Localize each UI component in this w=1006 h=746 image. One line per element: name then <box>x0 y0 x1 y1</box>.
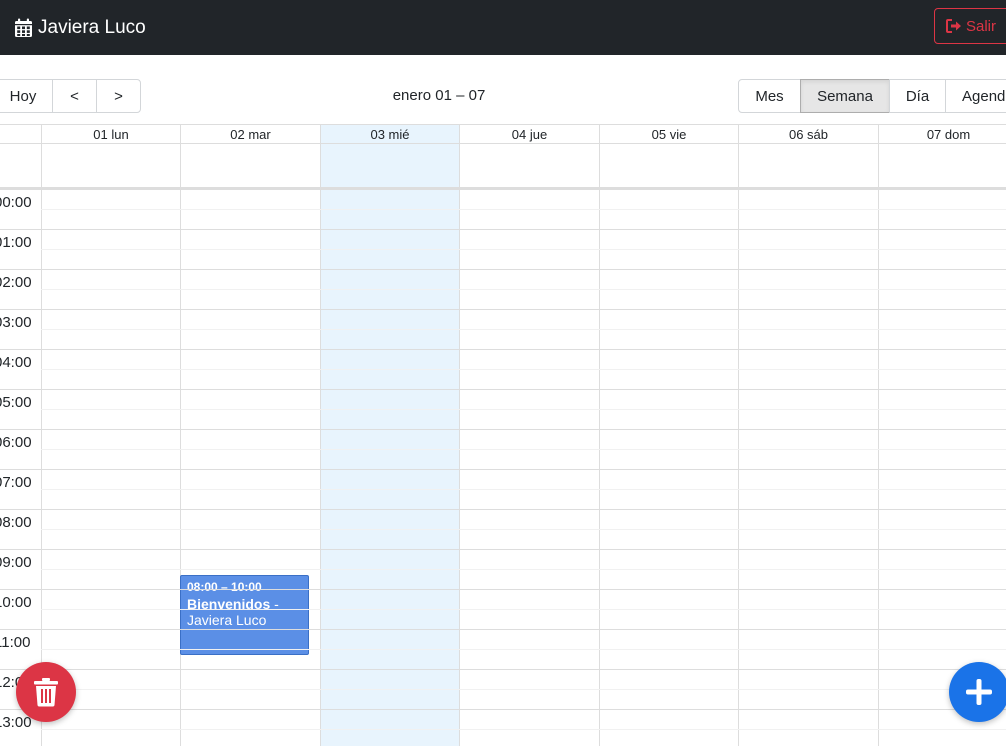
trash-icon <box>34 678 58 707</box>
hour-line <box>0 509 1006 510</box>
half-hour-line <box>41 329 1006 330</box>
calendar-icon <box>15 18 32 37</box>
hour-line <box>0 429 1006 430</box>
half-hour-line <box>41 649 1006 650</box>
hour-line <box>0 229 1006 230</box>
view-day-button[interactable]: Día <box>889 79 946 113</box>
today-button[interactable]: Hoy <box>0 79 53 113</box>
half-hour-line <box>41 529 1006 530</box>
time-slot-label: 04:00 <box>0 354 32 371</box>
time-slot-label: 07:00 <box>0 474 32 491</box>
hour-line <box>0 389 1006 390</box>
day-header[interactable]: 01 lun <box>41 125 180 144</box>
plus-icon <box>966 679 992 705</box>
date-range-title: enero 01 – 07 <box>392 87 486 104</box>
hour-line <box>0 549 1006 550</box>
view-week-button[interactable]: Semana <box>800 79 890 113</box>
half-hour-line <box>41 609 1006 610</box>
sign-out-icon <box>946 19 961 33</box>
all-day-row <box>0 144 1006 189</box>
day-header[interactable]: 02 mar <box>180 125 320 144</box>
time-slot-label: 10:00 <box>0 594 32 611</box>
navbar: Javiera Luco Salir <box>0 0 1006 55</box>
hour-line <box>0 269 1006 270</box>
user-name: Javiera Luco <box>38 17 146 38</box>
time-slot-label: 01:00 <box>0 234 32 251</box>
time-slot-label: 06:00 <box>0 434 32 451</box>
half-hour-line <box>41 569 1006 570</box>
time-slot-label: 05:00 <box>0 394 32 411</box>
time-slot-label: 09:00 <box>0 554 32 571</box>
hour-line <box>0 669 1006 670</box>
week-calendar: 01 lun 02 mar 03 mié 04 jue 05 vie 06 sáb 07 d… <box>0 124 1006 746</box>
half-hour-line <box>41 729 1006 730</box>
hour-line <box>0 589 1006 590</box>
half-hour-line <box>41 489 1006 490</box>
next-button[interactable]: > <box>96 79 141 113</box>
hour-line <box>0 349 1006 350</box>
day-header[interactable]: 05 vie <box>599 125 738 144</box>
time-slot-label: 08:00 <box>0 514 32 531</box>
half-hour-line <box>41 369 1006 370</box>
day-header[interactable]: 04 jue <box>459 125 599 144</box>
view-agenda-button[interactable]: Agenda <box>945 79 1006 113</box>
calendar-event[interactable]: 08:00 – 10:00 Bienvenidos - Javiera Luco <box>180 575 309 655</box>
half-hour-line <box>41 249 1006 250</box>
day-header-row: 01 lun 02 mar 03 mié 04 jue 05 vie 06 sáb 07 d… <box>0 124 1006 144</box>
time-slot-label: 11:00 <box>0 634 31 651</box>
time-slot-label: 02:00 <box>0 274 32 291</box>
day-header[interactable]: 06 sáb <box>738 125 878 144</box>
logout-button[interactable]: Salir <box>934 8 1006 44</box>
event-time: 08:00 – 10:00 <box>187 580 262 594</box>
half-hour-line <box>41 449 1006 450</box>
delete-button[interactable] <box>16 662 76 722</box>
day-header[interactable]: 07 dom <box>878 125 1006 144</box>
day-header[interactable]: 03 mié <box>320 125 459 144</box>
view-month-button[interactable]: Mes <box>738 79 801 113</box>
time-grid: 08:00 – 10:00 Bienvenidos - Javiera Luco… <box>0 189 1006 746</box>
time-slot-label: 03:00 <box>0 314 32 331</box>
hour-line <box>0 309 1006 310</box>
event-description: Javiera Luco <box>187 612 267 628</box>
logout-label: Salir <box>966 17 997 35</box>
hour-line <box>0 709 1006 710</box>
time-slot-label: 00:00 <box>0 194 32 211</box>
brand[interactable]: Javiera Luco <box>14 15 146 41</box>
hour-line <box>0 469 1006 470</box>
navigation-button-group: Hoy < > <box>0 79 141 113</box>
half-hour-line <box>41 409 1006 410</box>
hour-line <box>0 189 1006 190</box>
prev-button[interactable]: < <box>52 79 97 113</box>
view-button-group: Mes Semana Día Agenda <box>738 79 1006 113</box>
add-event-button[interactable] <box>949 662 1006 722</box>
half-hour-line <box>41 209 1006 210</box>
half-hour-line <box>41 289 1006 290</box>
hour-line <box>0 629 1006 630</box>
half-hour-line <box>41 689 1006 690</box>
